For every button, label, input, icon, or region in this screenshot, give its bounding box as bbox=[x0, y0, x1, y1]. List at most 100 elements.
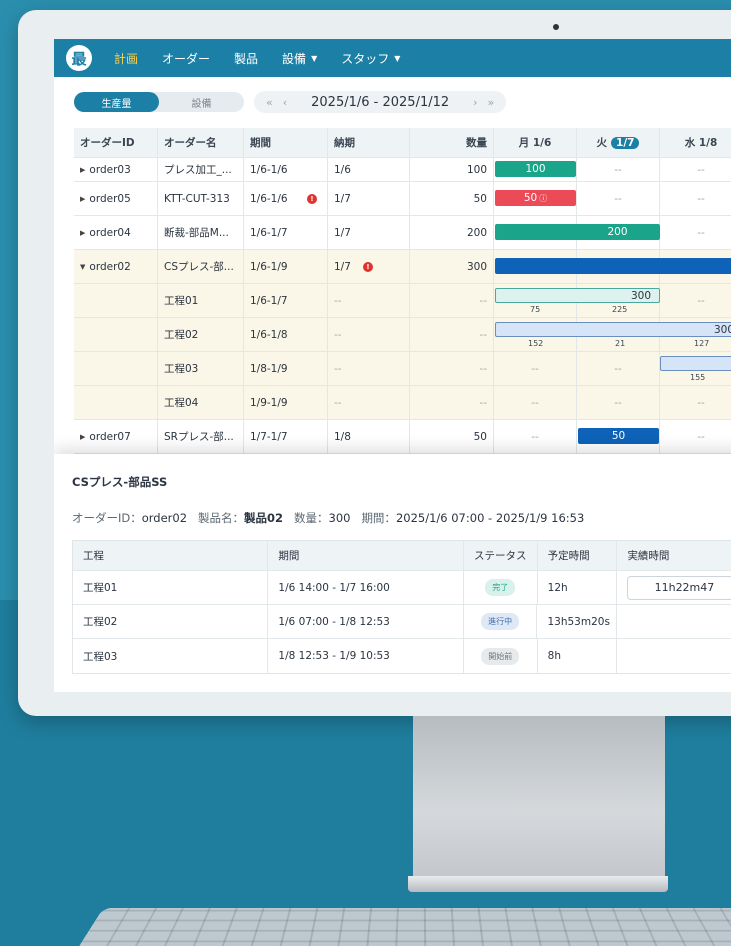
meta-qty: 300 bbox=[328, 511, 351, 525]
view-toggle: 生産量 設備 bbox=[74, 92, 244, 112]
day-cell: -- bbox=[660, 386, 731, 419]
today-badge: 1/7 bbox=[611, 136, 640, 149]
date-range-label: 2025/1/6 - 2025/1/12 bbox=[311, 94, 450, 110]
header-label: 期間 bbox=[250, 137, 271, 149]
nav-equipment[interactable]: 設備 ▼ bbox=[282, 50, 317, 67]
quantity-cell: -- bbox=[410, 318, 494, 351]
period-cell: 1/6-1/7 bbox=[244, 216, 328, 249]
schedule-bar[interactable]: 300 bbox=[495, 322, 731, 337]
process-row[interactable]: 工程02 1/6 07:00 - 1/8 12:53 進行中 13h53m20s bbox=[73, 605, 731, 639]
period-cell: 1/6-1/9 bbox=[244, 250, 328, 283]
day-cell: 100 bbox=[494, 158, 577, 181]
app-screen: 最 計画 オーダー 製品 設備 ▼ スタッフ ▼ 生産量 設備 « ‹ 2025/1… bbox=[54, 39, 731, 692]
process-row[interactable]: 工程03 1/8-1/9 -- -- -- -- 155 bbox=[74, 352, 731, 386]
chevron-down-icon: ▼ bbox=[311, 53, 318, 63]
expand-arrow-icon[interactable]: ▶ bbox=[80, 166, 85, 174]
actual-time-input[interactable]: 11h22m47 bbox=[627, 575, 731, 600]
quantity-cell: -- bbox=[410, 386, 494, 419]
expand-arrow-icon[interactable]: ▶ bbox=[80, 433, 85, 441]
daily-qty: 225 bbox=[612, 305, 628, 314]
app-logo[interactable]: 最 bbox=[66, 45, 92, 71]
detail-title: CSプレス-部品SS bbox=[72, 475, 168, 489]
nav-plan[interactable]: 計画 bbox=[114, 50, 138, 67]
process-row[interactable]: 工程02 1/6-1/8 -- -- 300 152 21 127 bbox=[74, 318, 731, 352]
header-actual: 実績時間 bbox=[617, 541, 731, 570]
process-name-cell: 工程04 bbox=[158, 386, 244, 419]
header-deadline[interactable]: 納期 bbox=[328, 128, 410, 157]
nav-product[interactable]: 製品 bbox=[234, 50, 258, 67]
collapse-arrow-icon[interactable]: ▼ bbox=[80, 263, 85, 271]
table-row[interactable]: ▼ order02 CSプレス-部... 1/6-1/9 1/7! 300 bbox=[74, 250, 731, 284]
schedule-bar[interactable]: 300 bbox=[495, 288, 660, 303]
order-id-cell: ▶ order07 bbox=[74, 420, 158, 453]
process-name-cell: 工程02 bbox=[158, 318, 244, 351]
tab-equipment[interactable]: 設備 bbox=[159, 92, 244, 112]
deadline-cell: -- bbox=[328, 284, 410, 317]
schedule-bar[interactable]: 50 bbox=[578, 428, 659, 444]
status-badge: 進行中 bbox=[481, 613, 520, 630]
process-table-header: 工程 期間 ステータス 予定時間 実績時間 bbox=[73, 541, 731, 571]
day-cell: -- bbox=[577, 352, 660, 385]
order-detail-panel: CSプレス-部品SS オーダーID：order02 製品名：製品02 数量：30… bbox=[54, 454, 731, 692]
next-day-button[interactable]: › bbox=[473, 96, 477, 109]
prev-week-button[interactable]: « bbox=[266, 96, 273, 109]
order-name: 断裁-部品M... bbox=[164, 227, 229, 239]
schedule-bar[interactable]: 200 bbox=[495, 224, 660, 240]
process-row[interactable]: 工程04 1/9-1/9 -- -- -- -- -- bbox=[74, 386, 731, 420]
expand-arrow-icon[interactable]: ▶ bbox=[80, 195, 85, 203]
nav-staff[interactable]: スタッフ ▼ bbox=[341, 50, 400, 67]
header-label: 納期 bbox=[334, 137, 355, 149]
process-name: 工程02 bbox=[73, 605, 269, 638]
table-row[interactable]: ▶ order04 断裁-部品M... 1/6-1/7 1/7 200 200 -… bbox=[74, 216, 731, 250]
quantity: 200 bbox=[466, 226, 487, 239]
header-period[interactable]: 期間 bbox=[244, 128, 328, 157]
schedule-bar[interactable]: 100 bbox=[495, 161, 576, 177]
header-day-tue: 火 1/7 bbox=[577, 128, 660, 157]
quantity: -- bbox=[479, 396, 487, 409]
expand-arrow-icon[interactable]: ▶ bbox=[80, 229, 85, 237]
bar-value: 50 bbox=[523, 192, 538, 204]
bar-value: 200 bbox=[607, 226, 628, 238]
prev-day-button[interactable]: ‹ bbox=[283, 96, 287, 109]
process-row[interactable]: 工程01 1/6-1/7 -- -- 300 75 225 -- bbox=[74, 284, 731, 318]
process-row[interactable]: 工程01 1/6 14:00 - 1/7 16:00 完了 12h 11h22m… bbox=[73, 571, 731, 605]
quantity: 100 bbox=[466, 163, 487, 176]
schedule-bar[interactable]: 50 ⓘ bbox=[495, 190, 576, 206]
status-badge: 完了 bbox=[485, 579, 516, 596]
meta-label: 期間： bbox=[361, 511, 396, 525]
deadline-cell: 1/7! bbox=[328, 250, 410, 283]
actual-cell bbox=[617, 639, 731, 673]
order-id-cell: ▼ order02 bbox=[74, 250, 158, 283]
period-cell: 1/6-1/8 bbox=[244, 318, 328, 351]
order-name: プレス加工_... bbox=[164, 164, 232, 176]
camera-dot bbox=[553, 24, 559, 30]
date-label: 1/8 bbox=[698, 136, 718, 149]
monitor-stand-base bbox=[408, 876, 668, 892]
period: 1/6-1/9 bbox=[250, 260, 288, 273]
tab-production[interactable]: 生産量 bbox=[74, 92, 159, 112]
next-week-button[interactable]: » bbox=[488, 96, 495, 109]
header-order-id[interactable]: オーダーID bbox=[74, 128, 158, 157]
period: 1/9-1/9 bbox=[250, 396, 288, 409]
day-cell: 200 bbox=[494, 216, 660, 249]
alert-icon: ! bbox=[307, 193, 317, 204]
table-row[interactable]: ▶ order05 KTT-CUT-313 1/6-1/6! 1/7 50 50 ⓘ… bbox=[74, 182, 731, 216]
schedule-bar[interactable] bbox=[495, 258, 731, 274]
monitor: 最 計画 オーダー 製品 設備 ▼ スタッフ ▼ 生産量 設備 « ‹ 2025/1… bbox=[18, 10, 731, 716]
table-row[interactable]: ▶ order03 プレス加工_... 1/6-1/6 1/6 100 100 -… bbox=[74, 158, 731, 182]
period-cell: 1/6-1/7 bbox=[244, 284, 328, 317]
process-name-cell: 工程03 bbox=[158, 352, 244, 385]
schedule-bar[interactable] bbox=[660, 356, 731, 371]
date-range-picker: « ‹ 2025/1/6 - 2025/1/12 › » bbox=[254, 91, 507, 113]
header-order-name[interactable]: オーダー名 bbox=[158, 128, 244, 157]
quantity: 50 bbox=[473, 192, 487, 205]
table-row[interactable]: ▶ order07 SRプレス-部... 1/7-1/7 1/8 50 -- 50… bbox=[74, 420, 731, 454]
day-cell: 155 bbox=[660, 352, 731, 385]
actual-cell: 11h22m47 bbox=[617, 571, 731, 604]
order-name-cell: プレス加工_... bbox=[158, 158, 244, 181]
detail-meta: オーダーID：order02 製品名：製品02 数量：300 期間：2025/1… bbox=[72, 510, 731, 526]
process-row[interactable]: 工程03 1/8 12:53 - 1/9 10:53 開始前 8h bbox=[73, 639, 731, 673]
header-quantity[interactable]: 数量 bbox=[410, 128, 494, 157]
nav-order[interactable]: オーダー bbox=[162, 50, 210, 67]
actual-cell bbox=[617, 605, 731, 638]
